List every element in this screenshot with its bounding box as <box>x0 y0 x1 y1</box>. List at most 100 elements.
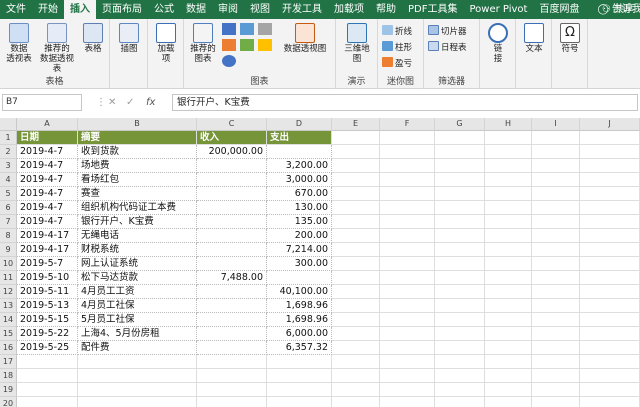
cell-summary[interactable]: 上海4、5月份房租 <box>78 327 197 341</box>
cell[interactable] <box>435 327 485 341</box>
row-header-11[interactable]: 11 <box>0 271 17 285</box>
column-chart-icon[interactable] <box>222 23 236 35</box>
cell[interactable] <box>78 397 197 407</box>
cell-date[interactable]: 2019-5-11 <box>17 285 78 299</box>
cell[interactable] <box>532 215 580 229</box>
cell[interactable] <box>580 159 640 173</box>
cell[interactable] <box>532 257 580 271</box>
cell-expense[interactable]: 3,200.00 <box>267 159 332 173</box>
cell[interactable] <box>435 355 485 369</box>
cancel-icon[interactable]: ✕ <box>108 94 116 111</box>
row-header-14[interactable]: 14 <box>0 313 17 327</box>
cell[interactable] <box>197 397 267 407</box>
tab-7[interactable]: 视图 <box>244 0 276 19</box>
cell-date[interactable]: 2019-5-10 <box>17 271 78 285</box>
cell-income[interactable] <box>197 243 267 257</box>
cell-income[interactable] <box>197 285 267 299</box>
cell[interactable] <box>380 369 435 383</box>
cell-income[interactable] <box>197 201 267 215</box>
cell[interactable] <box>435 229 485 243</box>
tab-9[interactable]: 加载项 <box>328 0 370 19</box>
cell[interactable] <box>532 243 580 257</box>
cell[interactable] <box>332 215 380 229</box>
cell-date[interactable]: 2019-5-7 <box>17 257 78 271</box>
cell[interactable] <box>380 257 435 271</box>
cell[interactable] <box>435 369 485 383</box>
cell[interactable] <box>532 341 580 355</box>
tab-6[interactable]: 审阅 <box>212 0 244 19</box>
cell[interactable] <box>532 229 580 243</box>
combo-chart-icon[interactable] <box>240 39 254 51</box>
cell[interactable] <box>485 397 532 407</box>
cell[interactable] <box>267 383 332 397</box>
pivot-table-button[interactable]: 数据 透视表 <box>4 23 34 64</box>
tab-3[interactable]: 页面布局 <box>96 0 148 19</box>
tab-11[interactable]: PDF工具集 <box>402 0 463 19</box>
cell[interactable] <box>485 355 532 369</box>
cell[interactable] <box>78 383 197 397</box>
cell[interactable] <box>580 187 640 201</box>
row-header-6[interactable]: 6 <box>0 201 17 215</box>
column-header-A[interactable]: A <box>17 118 78 131</box>
column-header-J[interactable]: J <box>580 118 640 131</box>
3d-map-button[interactable]: 三维地 图 <box>340 23 374 64</box>
cell[interactable] <box>435 243 485 257</box>
cell[interactable] <box>332 257 380 271</box>
cell[interactable] <box>380 271 435 285</box>
tab-10[interactable]: 帮助 <box>370 0 402 19</box>
select-all-corner[interactable] <box>0 118 17 131</box>
cell[interactable] <box>435 131 485 145</box>
cell[interactable] <box>580 257 640 271</box>
cell[interactable] <box>580 131 640 145</box>
cell[interactable] <box>332 271 380 285</box>
cell-date[interactable]: 2019-4-7 <box>17 187 78 201</box>
cell-expense[interactable]: 40,100.00 <box>267 285 332 299</box>
cell[interactable] <box>532 271 580 285</box>
cell-summary[interactable]: 组织机构代码证工本费 <box>78 201 197 215</box>
cell[interactable] <box>580 215 640 229</box>
sparkline-column-button[interactable]: 柱形 <box>382 41 412 54</box>
cell[interactable] <box>332 299 380 313</box>
hierarchy-chart-icon[interactable] <box>240 23 254 35</box>
cell[interactable] <box>580 397 640 407</box>
table-button[interactable]: 表格 <box>80 23 106 54</box>
cell[interactable] <box>380 201 435 215</box>
line-chart-icon[interactable] <box>222 39 236 51</box>
cell[interactable] <box>435 173 485 187</box>
tab-0[interactable]: 文件 <box>0 0 32 19</box>
cell-expense[interactable] <box>267 271 332 285</box>
cell-summary[interactable]: 场地费 <box>78 159 197 173</box>
cell[interactable] <box>580 383 640 397</box>
formula-input[interactable]: 银行开户、K宝费 <box>172 94 638 111</box>
column-header-H[interactable]: H <box>485 118 532 131</box>
cell[interactable] <box>380 159 435 173</box>
cell[interactable] <box>580 327 640 341</box>
cell[interactable] <box>380 229 435 243</box>
cell[interactable] <box>17 369 78 383</box>
cell-income[interactable] <box>197 229 267 243</box>
cell[interactable] <box>435 383 485 397</box>
cell[interactable] <box>580 299 640 313</box>
cell-income[interactable]: 7,488.00 <box>197 271 267 285</box>
cell-income[interactable] <box>197 173 267 187</box>
cell[interactable] <box>197 369 267 383</box>
slicer-button[interactable]: 切片器 <box>428 25 467 38</box>
cell-summary[interactable]: 财税系统 <box>78 243 197 257</box>
cell[interactable] <box>380 145 435 159</box>
cell[interactable] <box>532 369 580 383</box>
row-header-16[interactable]: 16 <box>0 341 17 355</box>
cell[interactable] <box>332 313 380 327</box>
cell-date[interactable]: 2019-4-17 <box>17 243 78 257</box>
cell[interactable] <box>267 355 332 369</box>
addins-button[interactable]: 加载 项 <box>152 23 180 64</box>
cell[interactable] <box>485 383 532 397</box>
row-header-20[interactable]: 20 <box>0 397 17 407</box>
cell[interactable] <box>332 341 380 355</box>
header-cell-expense[interactable]: 支出 <box>267 131 332 145</box>
fx-icon[interactable]: fx <box>146 94 155 111</box>
header-cell-date[interactable]: 日期 <box>17 131 78 145</box>
row-header-10[interactable]: 10 <box>0 257 17 271</box>
cell[interactable] <box>580 243 640 257</box>
cell[interactable] <box>485 229 532 243</box>
cell[interactable] <box>332 187 380 201</box>
